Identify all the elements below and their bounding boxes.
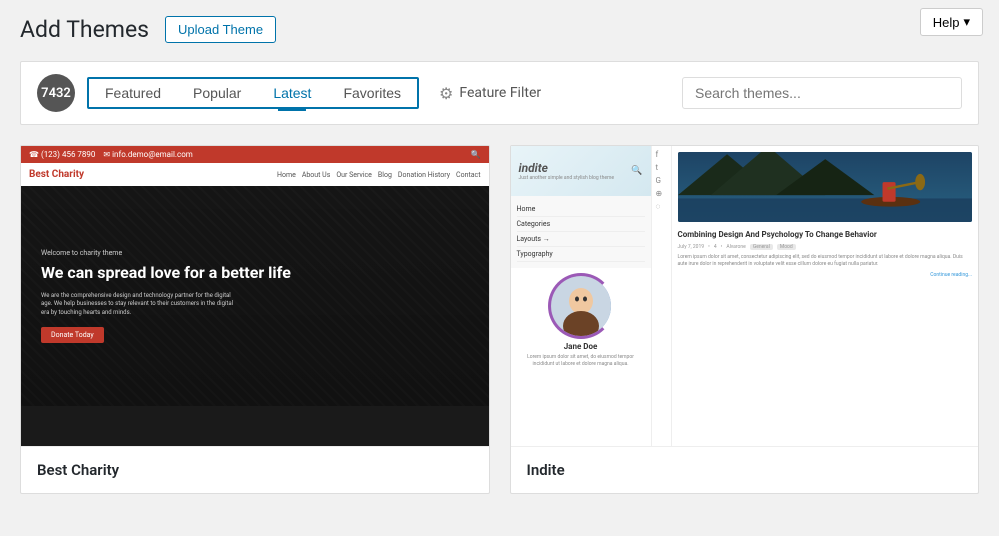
bc-hero: Welcome to charity theme We can spread l… bbox=[21, 186, 489, 406]
instagram-icon: ⊕ bbox=[656, 189, 667, 198]
tab-latest[interactable]: Latest bbox=[257, 79, 327, 107]
themes-grid: ☎ (123) 456 7890 ✉ info.demo@email.com 🔍… bbox=[20, 145, 979, 494]
indite-post-image bbox=[678, 152, 973, 222]
theme-card-indite: indite Just another simple and stylish b… bbox=[510, 145, 980, 494]
chevron-down-icon: ▾ bbox=[963, 14, 970, 30]
page-title: Add Themes bbox=[20, 16, 149, 43]
filter-bar: 7432 Featured Popular Latest Favorites ⚙… bbox=[20, 61, 979, 125]
bc-logo: Best Charity bbox=[29, 169, 84, 180]
bc-menu: Home About Us Our Service Blog Donation … bbox=[277, 171, 481, 179]
theme-name-best-charity: Best Charity bbox=[37, 461, 473, 479]
indite-post-meta: July 7, 2019 • 4 • Alvarone General Mood bbox=[678, 244, 973, 250]
indite-profile-bio: Lorem ipsum dolor sit amet, do eiusmod t… bbox=[519, 354, 643, 368]
indite-avatar-container bbox=[551, 276, 611, 336]
bc-hero-small: Welcome to charity theme bbox=[41, 249, 469, 257]
twitter-icon: t bbox=[656, 163, 667, 172]
help-button[interactable]: Help ▾ bbox=[920, 8, 983, 36]
pinterest-icon: ◌ bbox=[656, 202, 667, 211]
indite-sidebar-nav: Home Categories Layouts → Typography bbox=[511, 196, 651, 268]
bc-topbar-left: ☎ (123) 456 7890 ✉ info.demo@email.com bbox=[29, 150, 193, 159]
feature-filter-button[interactable]: ⚙ Feature Filter bbox=[439, 84, 541, 103]
avatar-ring bbox=[548, 273, 614, 339]
tab-favorites[interactable]: Favorites bbox=[327, 79, 417, 107]
indite-search-icon: 🔍 bbox=[631, 166, 642, 176]
post-comments: 4 bbox=[714, 244, 717, 250]
bc-hero-text: We are the comprehensive design and tech… bbox=[41, 292, 241, 317]
indite-header: indite Just another simple and stylish b… bbox=[511, 146, 651, 196]
post-author: Alvarone bbox=[726, 244, 746, 250]
indite-social-strip: f t G ⊕ ◌ bbox=[651, 146, 671, 446]
theme-name-indite: Indite bbox=[527, 461, 963, 479]
tab-popular[interactable]: Popular bbox=[177, 79, 257, 107]
help-label: Help bbox=[933, 15, 960, 30]
page-header: Add Themes Upload Theme bbox=[20, 16, 979, 43]
facebook-icon: f bbox=[656, 150, 667, 159]
indite-profile: Jane Doe Lorem ipsum dolor sit amet, do … bbox=[511, 268, 651, 376]
theme-footer-indite: Indite bbox=[511, 446, 979, 493]
indite-post-text: Lorem ipsum dolor sit amet, consectetur … bbox=[678, 254, 973, 268]
indite-post-title: Combining Design And Psychology To Chang… bbox=[678, 230, 973, 240]
theme-card-best-charity: ☎ (123) 456 7890 ✉ info.demo@email.com 🔍… bbox=[20, 145, 490, 494]
indite-tagline: Just another simple and stylish blog the… bbox=[519, 175, 615, 181]
theme-preview-best-charity: ☎ (123) 456 7890 ✉ info.demo@email.com 🔍… bbox=[21, 146, 489, 446]
post-tag-general: General bbox=[750, 244, 773, 250]
tab-featured[interactable]: Featured bbox=[89, 79, 177, 107]
bc-nav: Best Charity Home About Us Our Service B… bbox=[21, 163, 489, 186]
theme-preview-indite: indite Just another simple and stylish b… bbox=[511, 146, 979, 446]
post-tag-mood: Mood bbox=[777, 244, 796, 250]
indite-read-more: Continue reading... bbox=[678, 272, 973, 278]
bc-hero-title: We can spread love for a better life bbox=[41, 263, 469, 284]
upload-theme-button[interactable]: Upload Theme bbox=[165, 16, 276, 43]
filter-tabs: Featured Popular Latest Favorites bbox=[87, 77, 419, 109]
search-input[interactable] bbox=[682, 77, 962, 109]
post-date: July 7, 2019 bbox=[678, 244, 705, 250]
indite-profile-name: Jane Doe bbox=[519, 342, 643, 351]
indite-logo: indite bbox=[519, 161, 615, 175]
indite-left-panel: indite Just another simple and stylish b… bbox=[511, 146, 651, 446]
bc-donate-btn: Donate Today bbox=[41, 327, 104, 343]
indite-right-panel: Combining Design And Psychology To Chang… bbox=[671, 146, 979, 446]
theme-footer-best-charity: Best Charity bbox=[21, 446, 489, 493]
gear-icon: ⚙ bbox=[439, 84, 453, 103]
bc-search-icon: 🔍 bbox=[471, 150, 481, 159]
bc-topbar: ☎ (123) 456 7890 ✉ info.demo@email.com 🔍 bbox=[21, 146, 489, 163]
google-icon: G bbox=[656, 176, 667, 185]
theme-count-badge: 7432 bbox=[37, 74, 75, 112]
feature-filter-label: Feature Filter bbox=[459, 85, 541, 101]
